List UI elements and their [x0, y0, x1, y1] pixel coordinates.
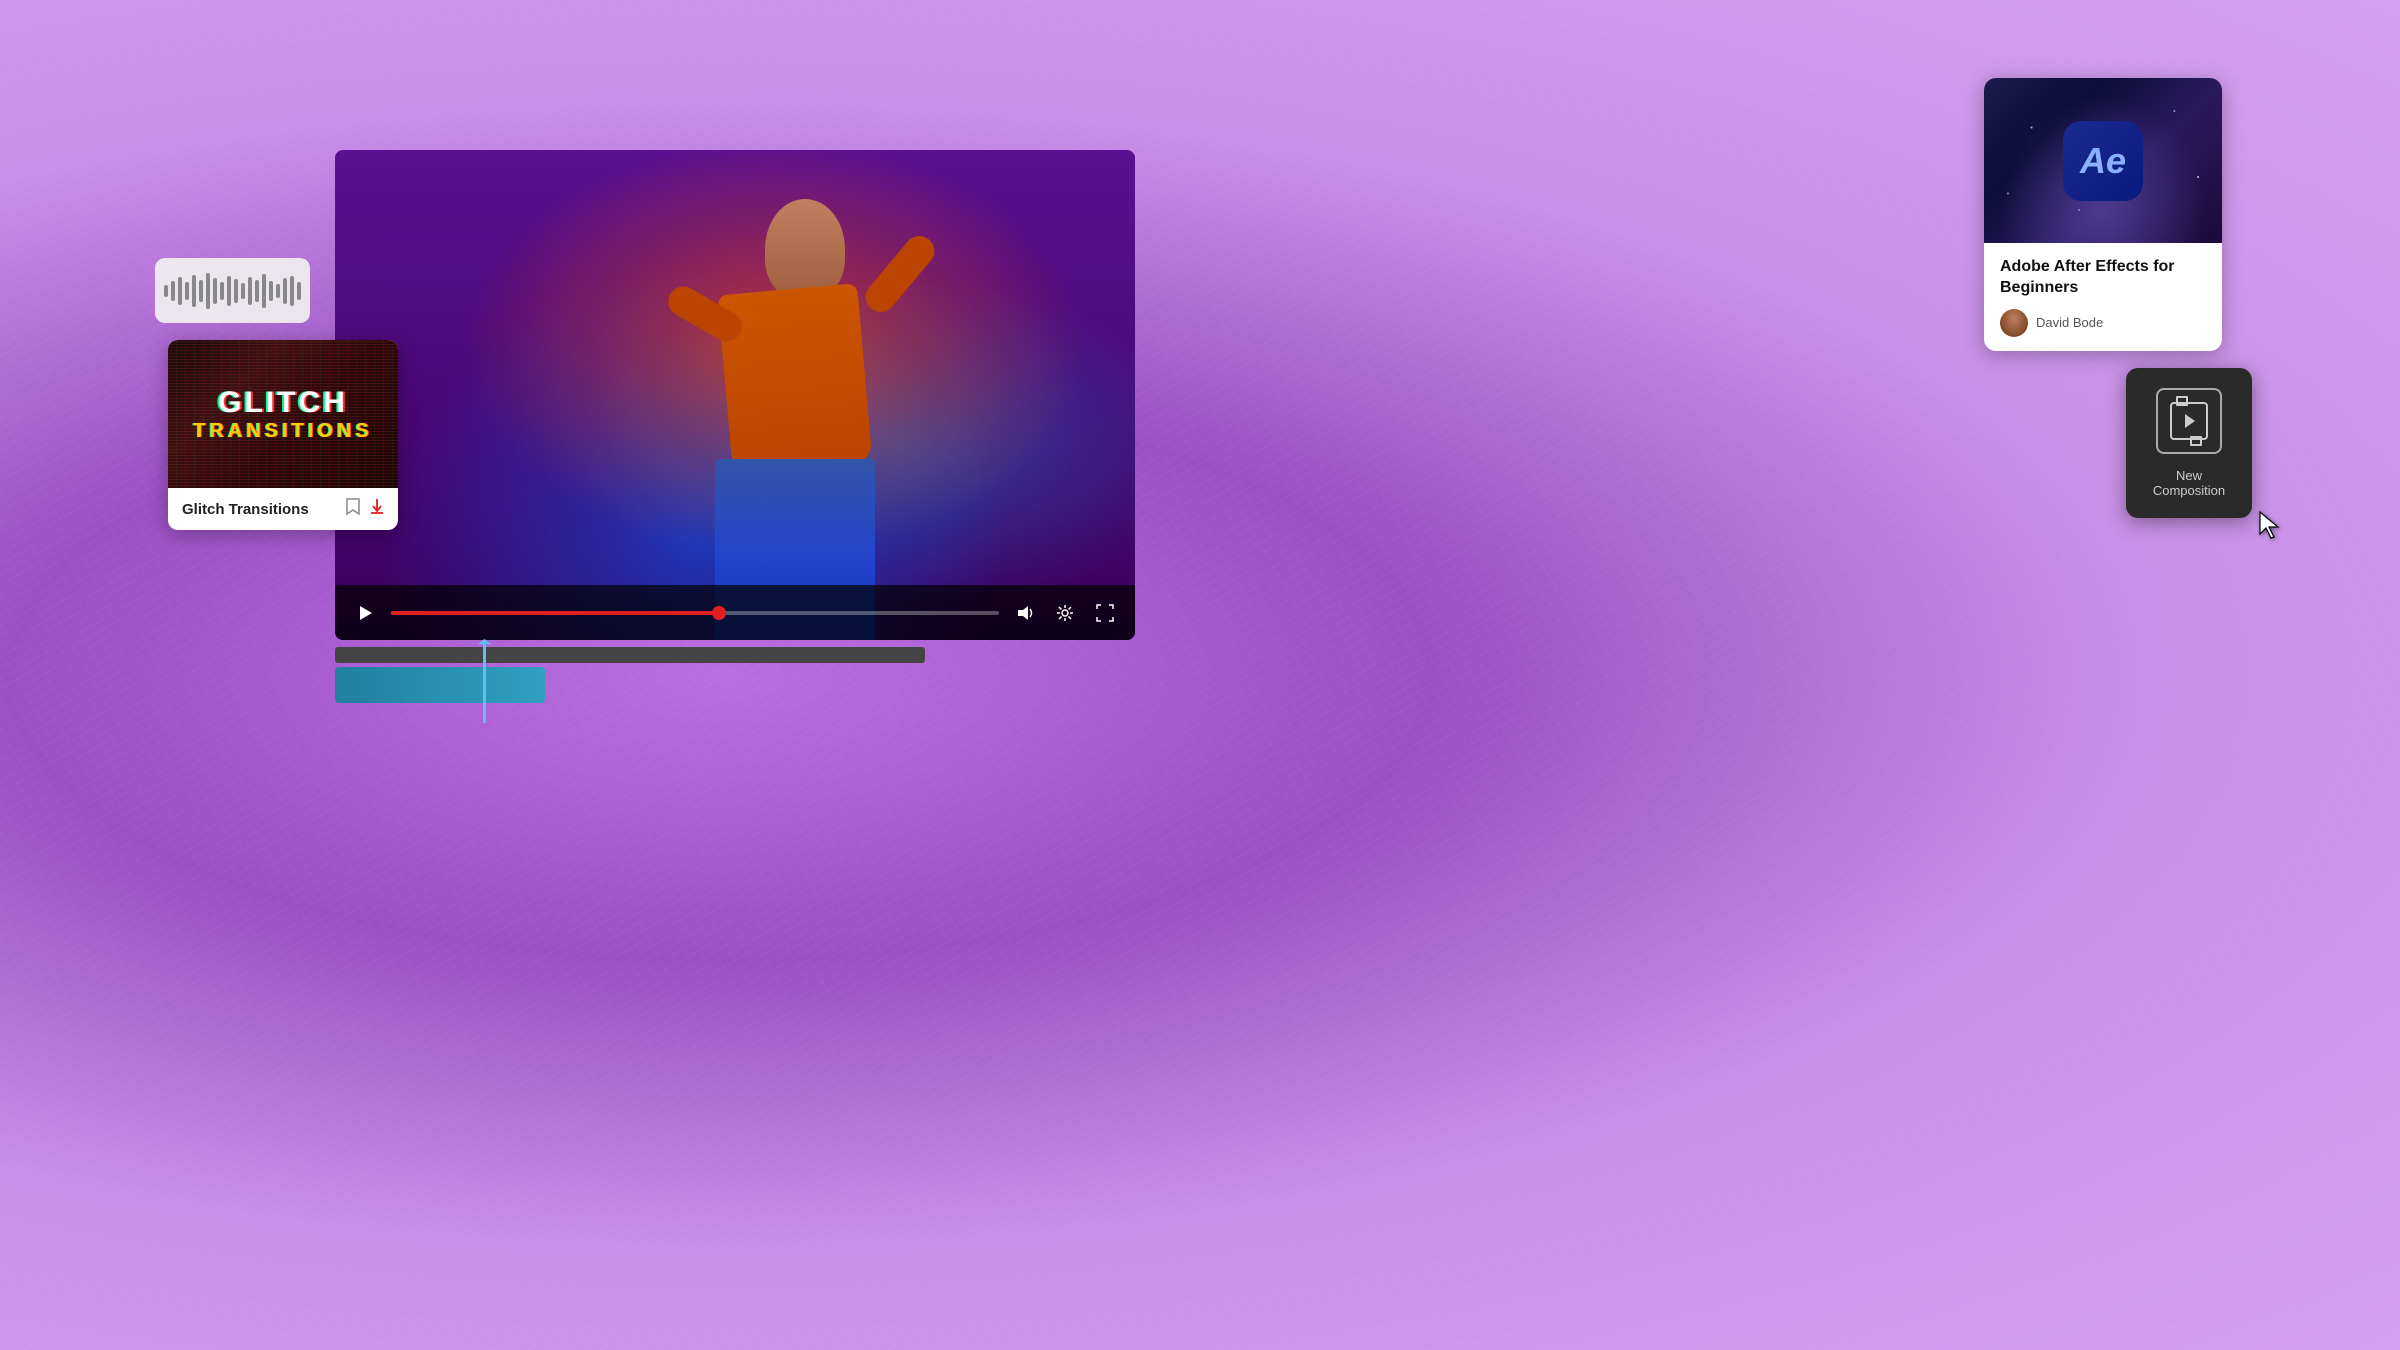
dancer-arm-right [860, 230, 941, 318]
ae-card[interactable]: Ae Adobe After Effects for Beginners Dav… [1984, 78, 2222, 351]
fullscreen-button[interactable] [1091, 599, 1119, 627]
waveform-bar [199, 280, 203, 302]
waveform-bar [297, 282, 301, 300]
play-button[interactable] [351, 599, 379, 627]
ae-card-author: David Bode [2000, 309, 2206, 337]
glitch-title-line2: TRANSITIONS [193, 420, 373, 443]
bookmark-icon[interactable] [346, 498, 360, 520]
settings-button[interactable] [1051, 599, 1079, 627]
dancer-figure [645, 199, 945, 640]
new-comp-icon [2156, 388, 2222, 454]
film-icon [2170, 402, 2208, 440]
play-arrow [2185, 414, 2195, 428]
ae-card-body: Adobe After Effects for Beginners David … [1984, 243, 2222, 351]
timeline-clip[interactable] [335, 667, 545, 703]
waveform-bar [248, 277, 252, 305]
new-composition-card[interactable]: New Composition [2126, 368, 2252, 518]
timeline-bar[interactable] [335, 647, 925, 663]
waveform-bar [206, 273, 210, 309]
video-player [335, 150, 1135, 640]
new-comp-label: New Composition [2146, 468, 2232, 498]
waveform-bars [164, 271, 301, 311]
ae-logo: Ae [2063, 121, 2143, 201]
mouse-cursor [2258, 510, 2282, 540]
ae-thumbnail: Ae [1984, 78, 2222, 243]
author-name: David Bode [2036, 315, 2103, 330]
glitch-card[interactable]: GLITCH TRANSITIONS Glitch Transitions [168, 340, 398, 530]
progress-fill [391, 611, 719, 615]
waveform-bar [164, 285, 168, 297]
waveform-bar [262, 274, 266, 308]
ae-card-title: Adobe After Effects for Beginners [2000, 257, 2206, 299]
glitch-actions [346, 498, 384, 520]
glitch-thumbnail: GLITCH TRANSITIONS [168, 340, 398, 488]
waveform-bar [276, 284, 280, 298]
glitch-text: GLITCH TRANSITIONS [193, 386, 373, 443]
waveform-bar [283, 278, 287, 304]
glitch-card-title: Glitch Transitions [182, 501, 309, 518]
progress-bar[interactable] [391, 611, 999, 615]
glitch-footer: Glitch Transitions [168, 488, 398, 530]
waveform-bar [241, 283, 245, 299]
waveform-bar [192, 275, 196, 307]
waveform-bar [234, 279, 238, 303]
waveform-bar [178, 277, 182, 305]
dancer-torso [717, 283, 872, 475]
waveform-bar [255, 280, 259, 302]
waveform-bar [290, 276, 294, 306]
video-controls [335, 585, 1135, 640]
progress-thumb [712, 606, 726, 620]
author-avatar [2000, 309, 2028, 337]
waveform-bar [227, 276, 231, 306]
glitch-title-line1: GLITCH [193, 386, 373, 420]
waveform-bar [220, 282, 224, 300]
timeline-playhead[interactable] [483, 643, 486, 723]
timeline [335, 645, 925, 725]
volume-button[interactable] [1011, 599, 1039, 627]
avatar-image [2000, 309, 2028, 337]
waveform-card [155, 258, 310, 323]
dancer-arm-left [663, 281, 747, 347]
waveform-bar [269, 281, 273, 301]
download-icon[interactable] [370, 498, 384, 520]
waveform-bar [213, 278, 217, 304]
waveform-bar [171, 281, 175, 301]
waveform-bar [185, 282, 189, 300]
